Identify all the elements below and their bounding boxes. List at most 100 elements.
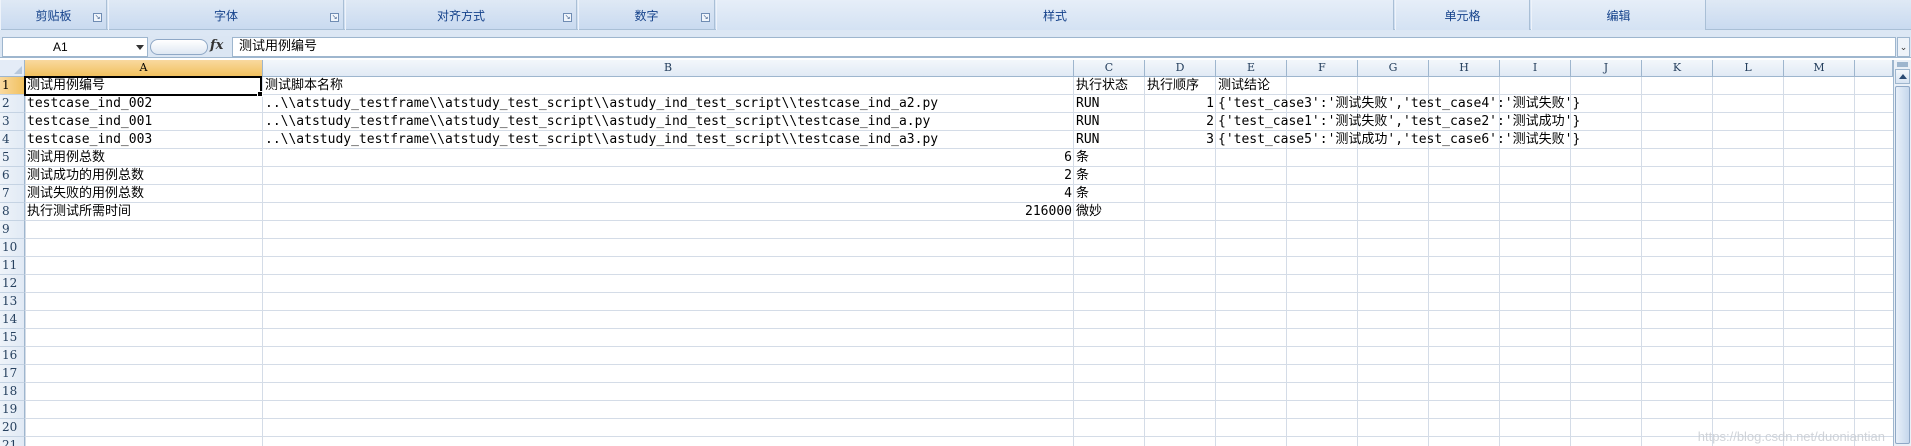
- cell-c7[interactable]: 条: [1074, 185, 1091, 203]
- formula-input[interactable]: 测试用例编号: [232, 37, 1896, 57]
- cell-a8[interactable]: 执行测试所需时间: [25, 203, 133, 221]
- column-header-h[interactable]: H: [1429, 60, 1500, 77]
- row-header-16[interactable]: 16: [0, 347, 25, 365]
- cell-b2[interactable]: ..\\atstudy_testframe\\atstudy_test_scri…: [263, 95, 940, 113]
- ribbon-group-label: 字体: [213, 9, 238, 23]
- formula-splitter-handle[interactable]: [150, 39, 208, 55]
- cell-e3[interactable]: {'test_case1':'测试失败','test_case2':'测试成功'…: [1216, 113, 1582, 131]
- row-header-14[interactable]: 14: [0, 311, 25, 329]
- row-header-10[interactable]: 10: [0, 239, 25, 257]
- ribbon-group-label: 剪贴板: [35, 9, 72, 23]
- expand-formula-bar-icon[interactable]: ⌄: [1897, 37, 1910, 57]
- row-header-17[interactable]: 17: [0, 365, 25, 383]
- cell-e4[interactable]: {'test_case5':'测试成功','test_case6':'测试失败'…: [1216, 131, 1582, 149]
- column-header-f[interactable]: F: [1287, 60, 1358, 77]
- row-header-3[interactable]: 3: [0, 113, 25, 131]
- column-header-a[interactable]: A: [25, 60, 263, 77]
- row-header-15[interactable]: 15: [0, 329, 25, 347]
- split-box[interactable]: [1897, 62, 1908, 67]
- cell-c4[interactable]: RUN: [1074, 131, 1101, 149]
- row-header-7[interactable]: 7: [0, 185, 25, 203]
- row-header-9[interactable]: 9: [0, 221, 25, 239]
- cell-a6[interactable]: 测试成功的用例总数: [25, 167, 146, 185]
- cell-d1[interactable]: 执行顺序: [1145, 77, 1201, 95]
- ribbon-group-number[interactable]: 数字 ↘: [578, 0, 715, 30]
- column-header-j[interactable]: J: [1571, 60, 1642, 77]
- cell-a7[interactable]: 测试失败的用例总数: [25, 185, 146, 203]
- column-header-b[interactable]: B: [263, 60, 1074, 77]
- column-header-m[interactable]: M: [1784, 60, 1855, 77]
- column-header-l[interactable]: L: [1713, 60, 1784, 77]
- cell-b3[interactable]: ..\\atstudy_testframe\\atstudy_test_scri…: [263, 113, 932, 131]
- ribbon-group-label: 数字: [634, 9, 659, 23]
- row-header-6[interactable]: 6: [0, 167, 25, 185]
- dropdown-arrow-icon[interactable]: [136, 45, 144, 50]
- dialog-launcher-icon[interactable]: ↘: [563, 13, 572, 22]
- row-header-21[interactable]: 21: [0, 437, 25, 446]
- cell-e2[interactable]: {'test_case3':'测试失败','test_case4':'测试失败'…: [1216, 95, 1582, 113]
- row-header-12[interactable]: 12: [0, 275, 25, 293]
- ribbon-group-styles[interactable]: 样式: [716, 0, 1394, 30]
- cell-d3[interactable]: 2: [1145, 113, 1216, 131]
- row-header-8[interactable]: 8: [0, 203, 25, 221]
- column-header-i[interactable]: I: [1500, 60, 1571, 77]
- row-header-18[interactable]: 18: [0, 383, 25, 401]
- cell-a5[interactable]: 测试用例总数: [25, 149, 107, 167]
- cell-e1[interactable]: 测试结论: [1216, 77, 1272, 95]
- fill-handle[interactable]: [257, 91, 263, 97]
- column-header-filler: [1855, 60, 1893, 77]
- row-header-19[interactable]: 19: [0, 401, 25, 419]
- cell-b1[interactable]: 测试脚本名称: [263, 77, 345, 95]
- cell-b4[interactable]: ..\\atstudy_testframe\\atstudy_test_scri…: [263, 131, 940, 149]
- row-header-2[interactable]: 2: [0, 95, 25, 113]
- column-header-c[interactable]: C: [1074, 60, 1145, 77]
- dialog-launcher-icon[interactable]: ↘: [330, 13, 339, 22]
- column-header-e[interactable]: E: [1216, 60, 1287, 77]
- cell-b7[interactable]: 4: [263, 185, 1074, 203]
- ribbon-group-clipboard[interactable]: 剪贴板 ↘: [0, 0, 107, 30]
- cell-c8[interactable]: 微妙: [1074, 203, 1104, 221]
- select-all-button[interactable]: [0, 60, 25, 77]
- formula-controls: fx: [150, 37, 230, 57]
- ribbon-group-label: 单元格: [1444, 9, 1481, 23]
- row-header-1[interactable]: 1: [0, 77, 25, 95]
- ribbon-group-cells[interactable]: 单元格: [1395, 0, 1530, 30]
- ribbon-group-editing[interactable]: 编辑: [1531, 0, 1706, 30]
- cell-b6[interactable]: 2: [263, 167, 1074, 185]
- gridline: [1712, 77, 1713, 446]
- cell-c3[interactable]: RUN: [1074, 113, 1101, 131]
- dialog-launcher-icon[interactable]: ↘: [93, 13, 102, 22]
- insert-function-icon[interactable]: fx: [210, 38, 223, 53]
- column-header-k[interactable]: K: [1642, 60, 1713, 77]
- cell-c6[interactable]: 条: [1074, 167, 1091, 185]
- cell-a2[interactable]: testcase_ind_002: [25, 95, 154, 113]
- row-header-11[interactable]: 11: [0, 257, 25, 275]
- ribbon-group-label: 编辑: [1606, 9, 1631, 23]
- cell-b5[interactable]: 6: [263, 149, 1074, 167]
- row-header-4[interactable]: 4: [0, 131, 25, 149]
- cell-d2[interactable]: 1: [1145, 95, 1216, 113]
- vertical-scrollbar[interactable]: [1893, 60, 1911, 446]
- cell-a3[interactable]: testcase_ind_001: [25, 113, 154, 131]
- cell-b8[interactable]: 216000: [263, 203, 1074, 221]
- cell-area[interactable]: 测试用例编号 测试脚本名称 执行状态 执行顺序 测试结论 testcase_ind_002…: [25, 77, 1893, 446]
- worksheet-grid[interactable]: ABCDEFGHIJKLM 1 2 3 4 5 6 7 8 9 10 11 12 13 14 15 16 17 1…: [0, 60, 1893, 446]
- cell-a4[interactable]: testcase_ind_003: [25, 131, 154, 149]
- name-box[interactable]: A1: [2, 37, 148, 57]
- scroll-thumb[interactable]: [1895, 86, 1910, 444]
- scroll-up-icon[interactable]: [1895, 69, 1910, 84]
- cell-c5[interactable]: 条: [1074, 149, 1091, 167]
- cell-c2[interactable]: RUN: [1074, 95, 1101, 113]
- row-header-5[interactable]: 5: [0, 149, 25, 167]
- column-header-d[interactable]: D: [1145, 60, 1216, 77]
- row-header-20[interactable]: 20: [0, 419, 25, 437]
- cell-d4[interactable]: 3: [1145, 131, 1216, 149]
- dialog-launcher-icon[interactable]: ↘: [701, 13, 710, 22]
- cell-a1[interactable]: 测试用例编号: [25, 77, 107, 95]
- column-header-g[interactable]: G: [1358, 60, 1429, 77]
- cell-c1[interactable]: 执行状态: [1074, 77, 1130, 95]
- ribbon-group-font[interactable]: 字体 ↘: [108, 0, 344, 30]
- ribbon-group-alignment[interactable]: 对齐方式 ↘: [345, 0, 577, 30]
- select-all-icon: [14, 66, 22, 74]
- row-header-13[interactable]: 13: [0, 293, 25, 311]
